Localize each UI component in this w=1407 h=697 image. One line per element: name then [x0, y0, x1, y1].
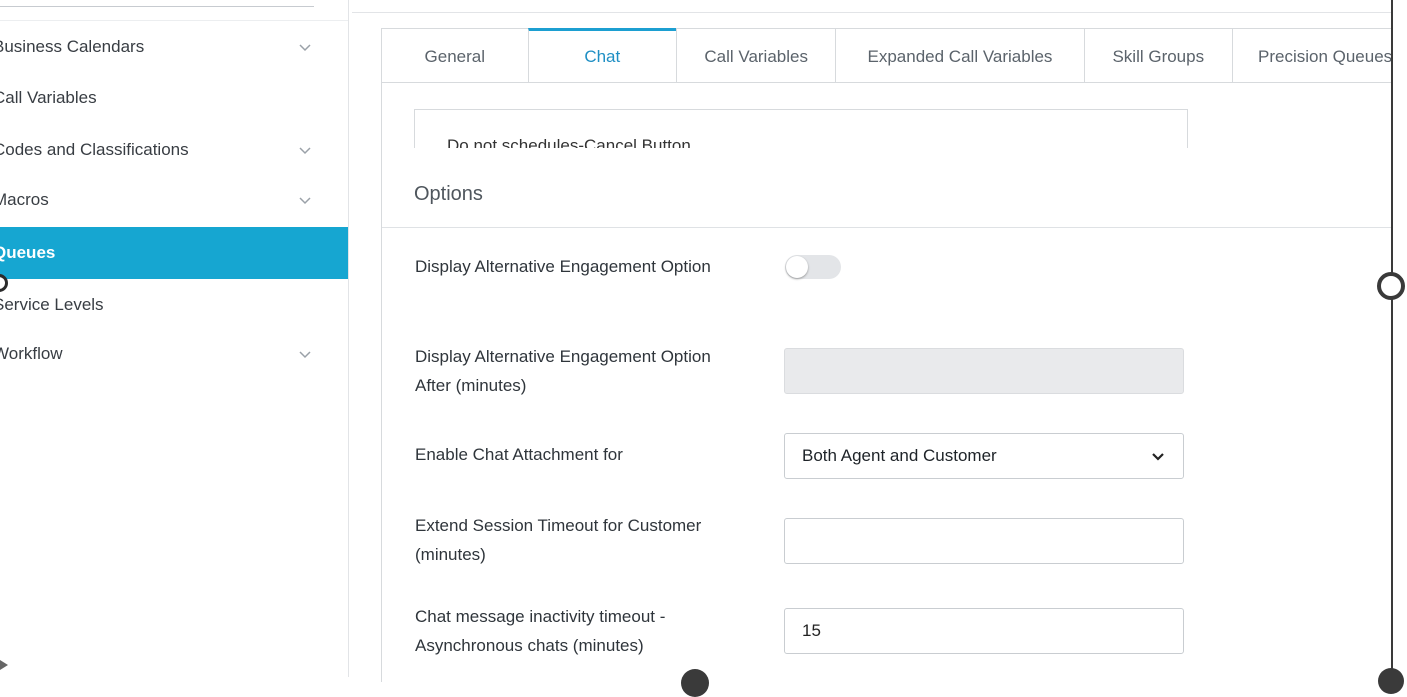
list-item[interactable]: Do not schedules-Cancel Button	[447, 136, 691, 148]
inactivity-timeout-label: Chat message inactivity timeout - Asynch…	[415, 607, 666, 655]
tab-call-variables[interactable]: Call Variables	[675, 28, 837, 82]
tab-expanded-call-variables[interactable]: Expanded Call Variables	[835, 28, 1085, 82]
chat-attachment-select[interactable]: Both Agent and Customer	[784, 433, 1184, 479]
sidebar-item-label: Macros	[0, 190, 49, 209]
tab-chat[interactable]: Chat	[527, 28, 677, 82]
chevron-down-icon	[299, 147, 311, 155]
sidebar-item-codes-and-classifications[interactable]: Codes and Classifications	[0, 124, 348, 176]
sidebar-item-workflow[interactable]: Workflow	[0, 328, 348, 380]
sidebar-item-queues[interactable]: Queues	[0, 227, 348, 279]
section-divider	[382, 227, 1391, 228]
resize-handle[interactable]	[1377, 272, 1405, 300]
extend-session-timeout-label: Extend Session Timeout for Customer (min…	[415, 516, 702, 564]
sidebar-item-label: Call Variables	[0, 88, 97, 107]
sidebar-item-label: Business Calendars	[0, 37, 145, 56]
display-alt-engagement-toggle[interactable]	[785, 255, 841, 279]
sidebar-item-service-levels[interactable]: Service Levels	[0, 279, 348, 331]
scheduled-list: Do not schedules-Cancel Button	[414, 109, 1188, 148]
scroll-arrow-icon[interactable]	[0, 660, 10, 670]
selection-edge	[1391, 0, 1393, 677]
resize-handle[interactable]	[681, 669, 709, 697]
tab-general[interactable]: General	[381, 28, 529, 82]
resize-handle[interactable]	[1378, 668, 1404, 694]
sidebar: Business Calendars Call Variables Codes …	[0, 0, 349, 677]
display-alt-engagement-after-label: Display Alternative Engagement Option Af…	[415, 347, 711, 395]
chevron-down-icon	[1152, 453, 1164, 461]
extend-session-timeout-input[interactable]	[784, 518, 1184, 564]
tab-skill-groups[interactable]: Skill Groups	[1083, 28, 1233, 82]
chat-attachment-selected-value: Both Agent and Customer	[802, 446, 997, 465]
display-alt-engagement-after-input[interactable]	[784, 348, 1184, 394]
tab-precision-queues[interactable]: Precision Queues	[1231, 28, 1391, 82]
options-section-title: Options	[414, 183, 483, 205]
sidebar-item-label: Codes and Classifications	[0, 140, 189, 159]
chat-attachment-label: Enable Chat Attachment for	[415, 445, 623, 464]
sidebar-top-divider	[0, 6, 314, 7]
sidebar-item-label: Queues	[0, 243, 56, 262]
inactivity-timeout-input[interactable]	[784, 608, 1184, 654]
toggle-knob	[786, 256, 808, 278]
sidebar-item-label: Service Levels	[0, 295, 104, 314]
top-divider	[352, 0, 1392, 13]
display-alt-engagement-label: Display Alternative Engagement Option	[415, 257, 711, 276]
sidebar-item-call-variables[interactable]: Call Variables	[0, 72, 348, 124]
sidebar-item-label: Workflow	[0, 344, 63, 363]
sidebar-item-macros[interactable]: Macros	[0, 174, 348, 226]
tab-bar: General Chat Call Variables Expanded Cal…	[381, 28, 1391, 83]
chevron-down-icon	[299, 44, 311, 52]
sidebar-item-business-calendars[interactable]: Business Calendars	[0, 21, 348, 73]
chevron-down-icon	[299, 351, 311, 359]
chevron-down-icon	[299, 197, 311, 205]
